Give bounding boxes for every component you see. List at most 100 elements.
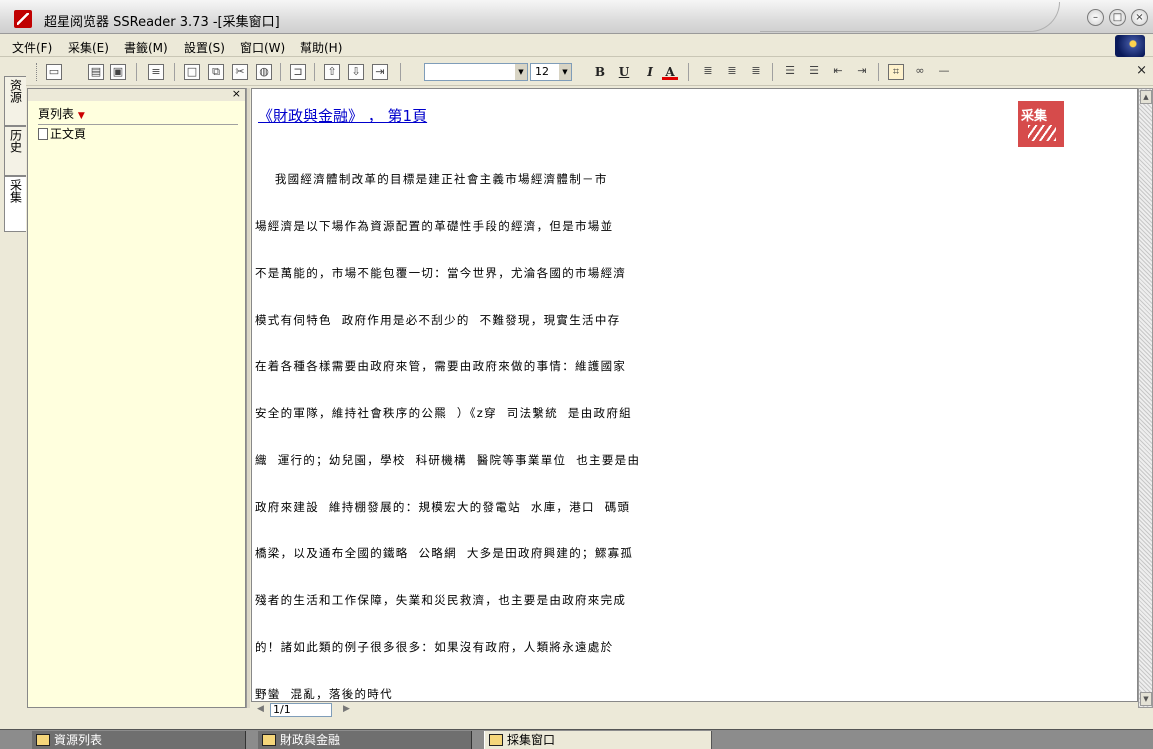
menu-file[interactable]: 文件(F) <box>12 39 52 56</box>
insert-image-icon[interactable]: ⌗ <box>888 64 904 80</box>
document-line: 殘者的生活和工作保障，失業和災民救濟，也主要是由政府來完成 <box>255 593 627 608</box>
cut-icon[interactable]: ✂ <box>232 64 248 80</box>
font-name-select[interactable]: ▼ <box>424 63 528 81</box>
copy-icon[interactable]: ⧉ <box>208 64 224 80</box>
tab-book[interactable]: 財政與金融 <box>258 731 472 749</box>
close-button[interactable]: × <box>1131 9 1148 26</box>
document-line: 橋梁，以及通布全國的鐵略 公略網 大多是田政府興建的；鰥寡孤 <box>255 546 634 561</box>
bold-button[interactable]: B <box>592 64 608 80</box>
menu-bar: 文件(F) 采集(E) 書籤(M) 設置(S) 窗口(W) 幫助(H) <box>0 35 1153 57</box>
font-size-value: 12 <box>535 65 549 78</box>
collect-stamp-icon: 采集 <box>1018 101 1064 147</box>
toolbar-separator <box>878 63 879 81</box>
document-line: 在着各種各樣需要由政府來管，需要由政府來做的事情：維護國家 <box>255 359 627 374</box>
vertical-scrollbar[interactable]: ▲ ▼ <box>1138 88 1153 708</box>
page-list-title[interactable]: 頁列表 ▼ <box>38 105 238 125</box>
book-icon <box>262 734 276 746</box>
font-size-select[interactable]: 12 ▼ <box>530 63 572 81</box>
underline-button[interactable]: U <box>616 64 632 80</box>
toolbar-separator <box>688 63 689 81</box>
chevron-down-icon[interactable]: ▼ <box>559 64 571 80</box>
maximize-button[interactable]: □ <box>1109 9 1126 26</box>
menu-help[interactable]: 幫助(H) <box>300 39 342 56</box>
tab-collect-label: 采集 <box>8 179 23 203</box>
tab-book-label: 財政與金融 <box>280 733 341 747</box>
indent-icon[interactable]: ⇥ <box>854 64 870 80</box>
stamp-label: 采集 <box>1021 109 1048 124</box>
bullet-list-icon[interactable]: ☰ <box>806 64 822 80</box>
brand-logo-icon <box>1115 35 1145 57</box>
document-line: 野蠻 混亂，落後的時代 <box>255 686 393 701</box>
menu-settings[interactable]: 設置(S) <box>184 39 225 56</box>
tab-collect-window[interactable]: 採集窗口 <box>484 731 712 749</box>
globe-icon[interactable]: ◍ <box>256 64 272 80</box>
outdent-icon[interactable]: ⇤ <box>830 64 846 80</box>
chevron-down-icon: ▼ <box>77 111 85 121</box>
scroll-up-button[interactable]: ▲ <box>1140 90 1152 104</box>
new-page-icon[interactable]: □ <box>184 64 200 80</box>
toolbar-separator <box>772 63 773 81</box>
paste-icon[interactable]: ▤ <box>88 64 104 80</box>
tab-history[interactable]: 历史 <box>4 126 26 176</box>
italic-button[interactable]: I <box>642 64 658 80</box>
document-body[interactable]: 我國經濟體制改革的目標是建正社會主義市場經濟體制－市 場經濟是以下場作為資源配置… <box>255 141 775 734</box>
tab-resource-list-label: 資源列表 <box>54 733 103 747</box>
window-title: 超星阅览器 SSReader 3.73 -[采集窗口] <box>44 15 280 30</box>
menu-window[interactable]: 窗口(W) <box>240 39 285 56</box>
align-right-icon[interactable]: ≣ <box>748 64 764 80</box>
align-left-icon[interactable]: ≣ <box>700 64 716 80</box>
minimize-button[interactable]: – <box>1087 9 1104 26</box>
minus-icon[interactable]: — <box>936 64 952 80</box>
tab-collect-window-label: 採集窗口 <box>507 733 556 747</box>
document-line: 模式有伺特色 政府作用是必不刮少的 不難發現，現實生活中存 <box>255 312 621 327</box>
list-icon <box>36 734 50 746</box>
toolbar-separator <box>400 63 401 81</box>
next-page-icon[interactable]: ▶ <box>343 704 350 714</box>
page-list-panel: × 頁列表 ▼ 正文頁 <box>27 87 246 708</box>
document-line: 我國經濟體制改革的目標是建正社會主義市場經濟體制－市 <box>255 172 608 187</box>
numbered-list-icon[interactable]: ☰ <box>782 64 798 80</box>
scroll-down-button[interactable]: ▼ <box>1140 692 1152 706</box>
toolbar-grip[interactable] <box>36 63 39 81</box>
document-line: 織 運行的；幼兒園，學校 科研機構 醫院等事業單位 也主要是由 <box>255 452 641 467</box>
list-item[interactable]: 正文頁 <box>38 125 86 142</box>
close-icon[interactable]: × <box>232 87 241 100</box>
menu-collect[interactable]: 采集(E) <box>68 39 109 56</box>
page-list-label: 頁列表 <box>38 107 75 121</box>
goto-icon[interactable]: ⇥ <box>372 64 388 80</box>
title-bar-decoration <box>760 2 1060 32</box>
document-icon <box>38 128 48 140</box>
align-center-icon[interactable]: ≣ <box>724 64 740 80</box>
tab-history-label: 历史 <box>8 129 23 153</box>
page-navigator: ◀ 1/1 ▶ <box>251 703 1138 717</box>
document-line: 不是萬能的，市場不能包覆一切：當今世界，尤淪各國的市場經濟 <box>255 265 627 280</box>
document-line: 安全的軍隊，維持社會秩序的公羆 ）《z穿 司法繫統 是由政府組 <box>255 406 632 421</box>
bookmark-icon[interactable]: ⊐ <box>290 64 306 80</box>
panel-splitter[interactable] <box>246 88 250 708</box>
window-tabs-bar: 資源列表 財政與金融 採集窗口 <box>0 729 1153 749</box>
font-color-button[interactable]: A <box>662 64 678 80</box>
save-icon[interactable]: ▣ <box>110 64 126 80</box>
toolbar-separator <box>174 63 175 81</box>
prev-page-icon[interactable]: ◀ <box>257 704 264 714</box>
arrow-up-icon[interactable]: ⇧ <box>324 64 340 80</box>
tab-resource-list[interactable]: 資源列表 <box>32 731 246 749</box>
tab-collect[interactable]: 采集 <box>4 176 26 232</box>
document-line: 政府來建設 維持棚發展的：規模宏大的發電站 水庫，港口 碼頭 <box>255 499 631 514</box>
open-folder-icon[interactable]: ▭ <box>46 64 62 80</box>
close-icon[interactable]: × <box>1136 63 1147 78</box>
table-icon[interactable]: ≡ <box>148 64 164 80</box>
document-view[interactable]: 《財政與金融》 ， 第1頁 采集 我國經濟體制改革的目標是建正社會主義市場經濟體… <box>251 88 1138 702</box>
app-logo-icon <box>14 10 32 28</box>
arrow-down-icon[interactable]: ⇩ <box>348 64 364 80</box>
toolbar-separator <box>280 63 281 81</box>
page-number-input[interactable]: 1/1 <box>270 703 332 717</box>
toolbar-separator <box>136 63 137 81</box>
menu-bookmarks[interactable]: 書籤(M) <box>124 39 168 56</box>
tab-resources-label: 资源 <box>8 79 23 103</box>
document-line: 場經濟是以下場作為資源配置的革礎性手段的經濟，但是市場並 <box>255 218 614 233</box>
document-title-link[interactable]: 《財政與金融》 ， 第1頁 <box>258 105 427 126</box>
tab-resources[interactable]: 资源 <box>4 76 26 126</box>
chevron-down-icon[interactable]: ▼ <box>515 64 527 80</box>
link-icon[interactable]: ∞ <box>912 64 928 80</box>
